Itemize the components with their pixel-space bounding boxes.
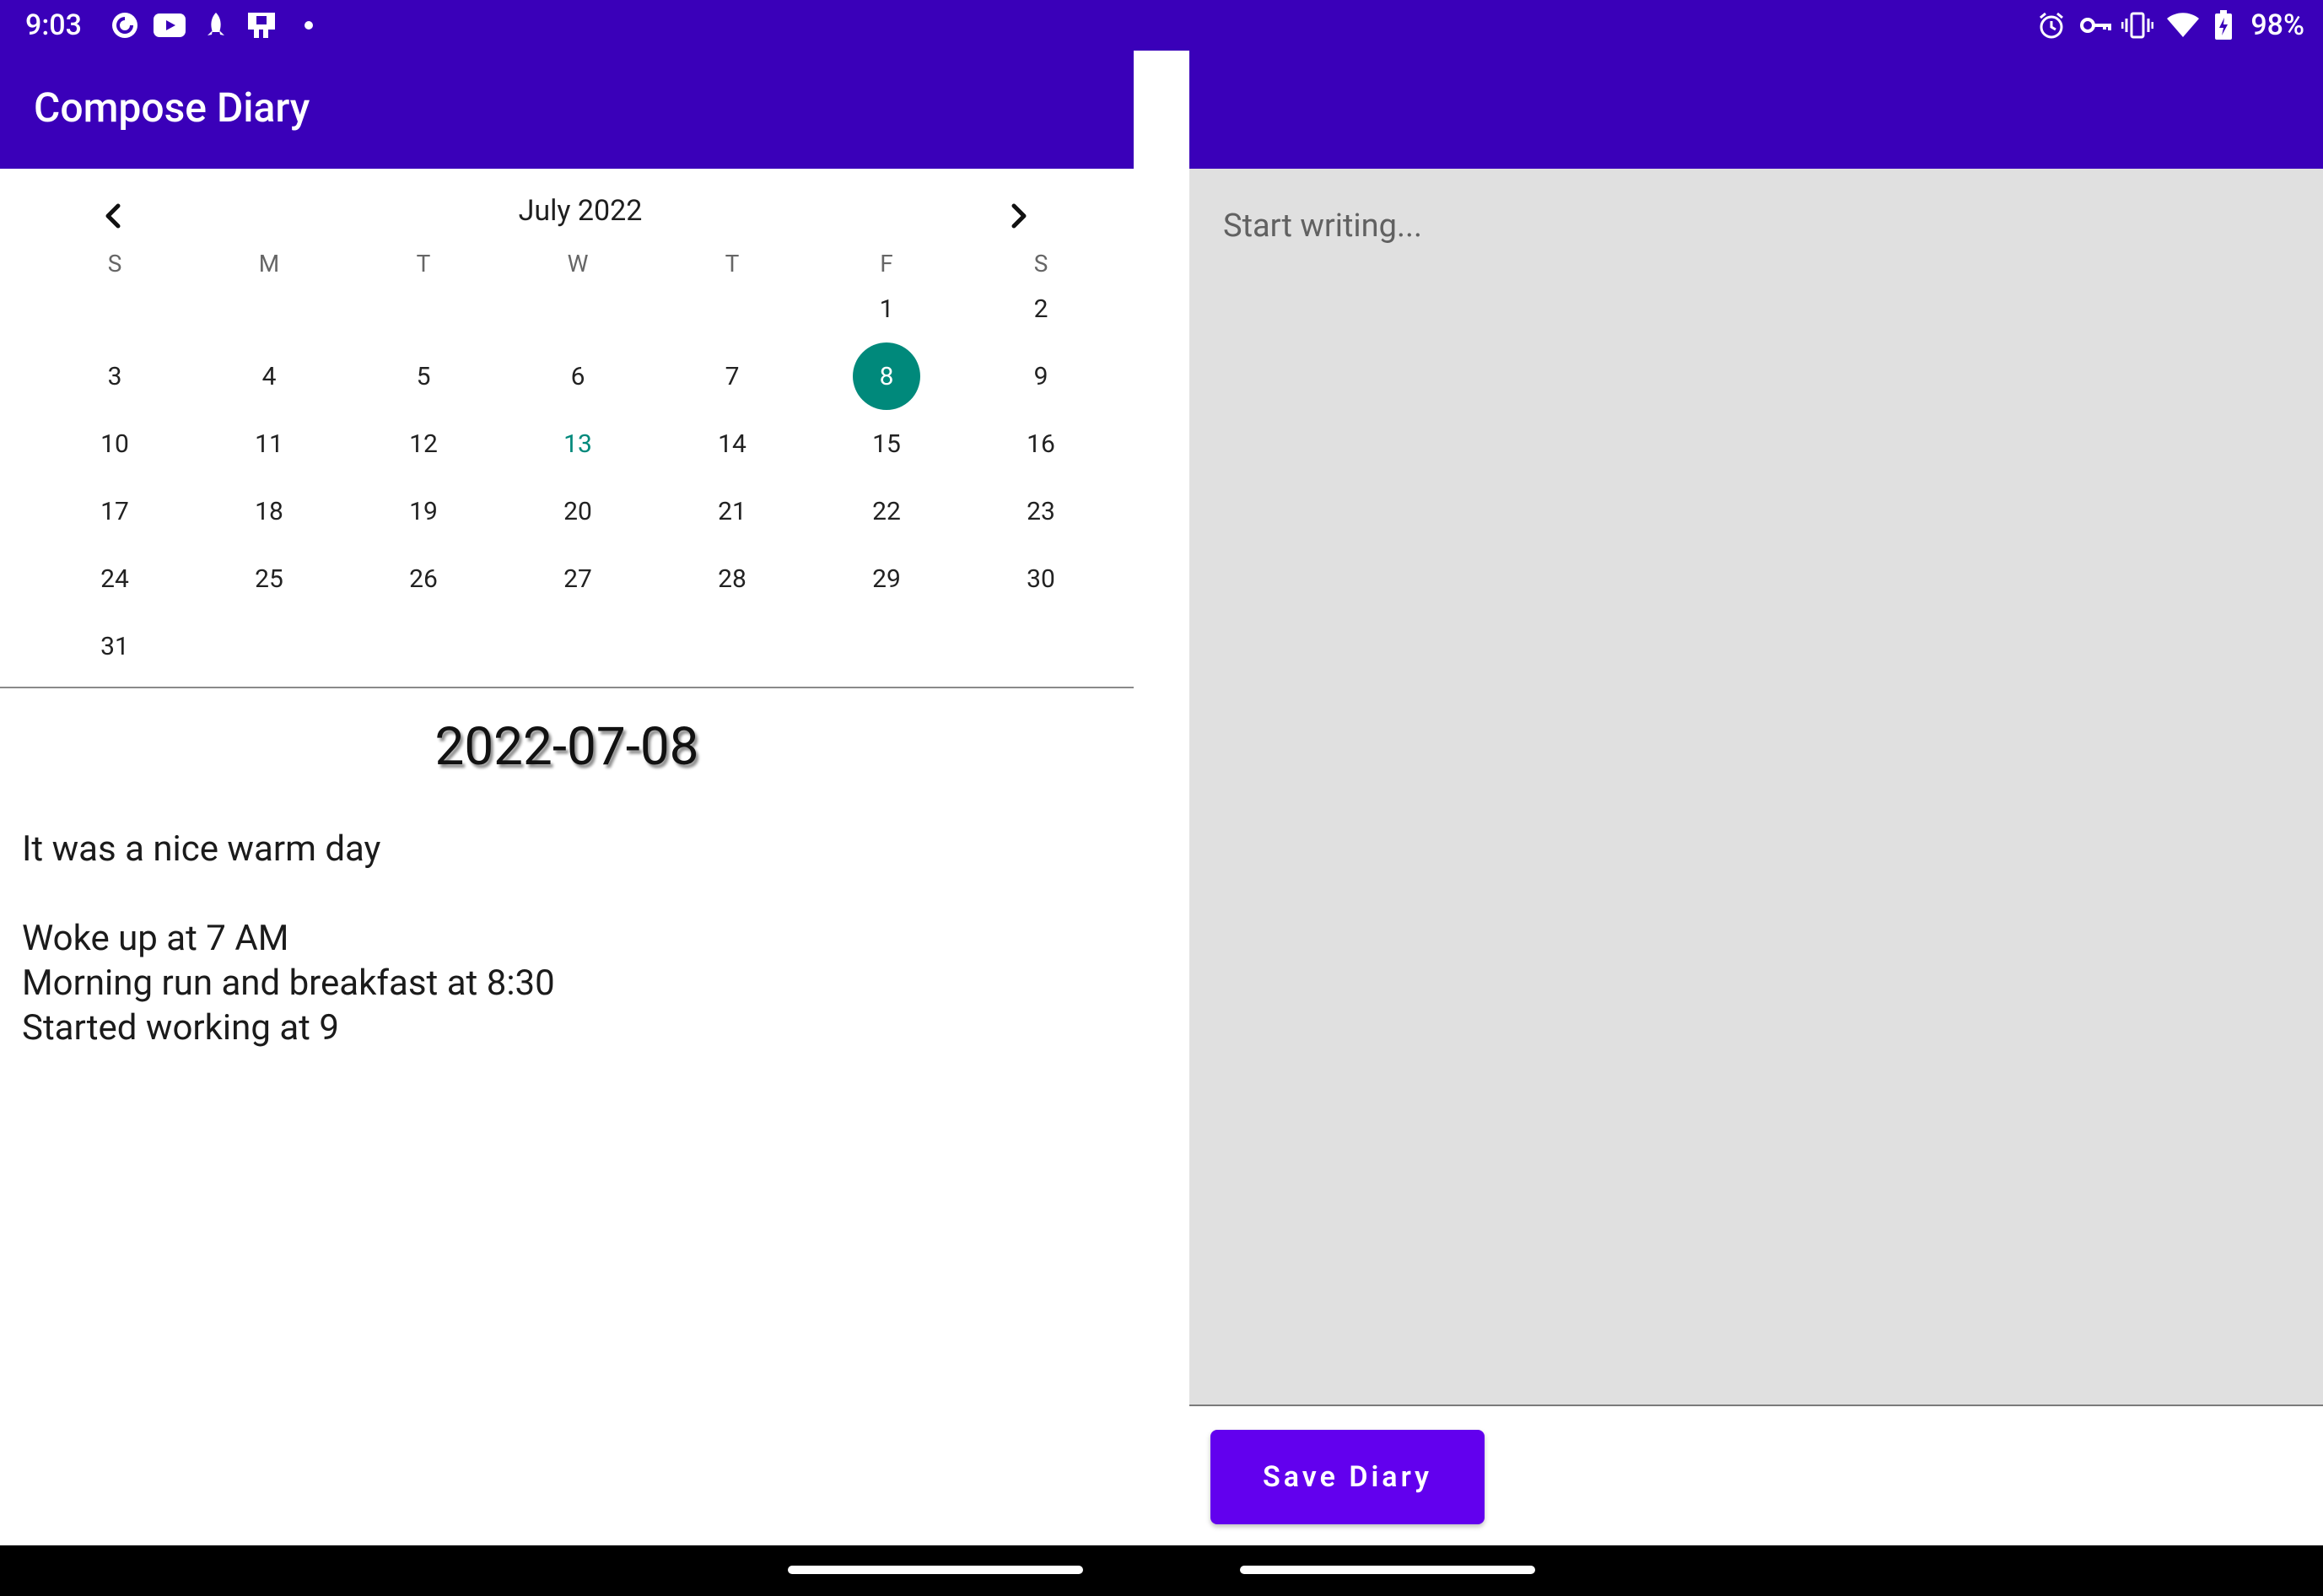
calendar-day[interactable]: 2 [1007, 275, 1075, 342]
save-diary-button[interactable]: Save Diary [1210, 1430, 1485, 1524]
navigation-bar [0, 1545, 2323, 1596]
calendar-day[interactable]: 17 [81, 477, 148, 545]
calendar-day[interactable]: 20 [544, 477, 612, 545]
calendar-day[interactable]: 21 [698, 477, 766, 545]
calendar-day[interactable]: 9 [1007, 342, 1075, 410]
cast-icon [245, 8, 278, 42]
battery-charging-icon [2212, 8, 2235, 42]
gesture-handle-right[interactable] [1240, 1566, 1535, 1574]
calendar-day[interactable]: 6 [544, 342, 612, 410]
calendar-day[interactable]: 30 [1007, 545, 1075, 612]
youtube-icon [152, 8, 187, 42]
calendar-day[interactable]: 28 [698, 545, 766, 612]
weekday-header: M [258, 250, 280, 278]
calendar-day[interactable]: 22 [853, 477, 920, 545]
status-bar: 9:03 98% [0, 0, 2323, 51]
rocket-icon [201, 8, 231, 42]
calendar-day[interactable]: 24 [81, 545, 148, 612]
right-app-bar [1189, 51, 2323, 169]
calendar-day[interactable]: 12 [390, 410, 457, 477]
calendar-day[interactable]: 19 [390, 477, 457, 545]
calendar-day-today[interactable]: 13 [544, 410, 612, 477]
pocket-casts-icon [108, 8, 142, 42]
calendar-day[interactable]: 26 [390, 545, 457, 612]
pane-divider [1134, 51, 1189, 1596]
wifi-icon [2164, 8, 2202, 42]
entry-date: 2022-07-08 [434, 716, 699, 778]
vpn-key-icon [2077, 8, 2114, 42]
calendar-day[interactable]: 31 [81, 612, 148, 680]
weekday-header: W [567, 250, 589, 278]
chevron-right-icon [1011, 203, 1027, 229]
weekday-header: F [880, 250, 893, 278]
calendar-day[interactable]: 11 [235, 410, 303, 477]
calendar-day-selected[interactable]: 8 [853, 342, 920, 410]
calendar-month-label: July 2022 [518, 194, 643, 228]
calendar-day[interactable]: 7 [698, 342, 766, 410]
calendar-day[interactable]: 5 [390, 342, 457, 410]
app-bar: Compose Diary [0, 51, 1134, 169]
calendar-divider [0, 687, 1134, 688]
vibrate-icon [2121, 8, 2154, 42]
calendar-day[interactable]: 3 [81, 342, 148, 410]
entry-text: It was a nice warm day Woke up at 7 AM M… [22, 828, 555, 1049]
app-title: Compose Diary [34, 84, 310, 132]
diary-editor[interactable]: Start writing... [1189, 169, 2323, 1405]
calendar-day[interactable]: 14 [698, 410, 766, 477]
calendar-day[interactable]: 29 [853, 545, 920, 612]
calendar-day[interactable]: 15 [853, 410, 920, 477]
weekday-header: S [1033, 250, 1048, 278]
next-month-button[interactable] [993, 191, 1043, 241]
battery-percentage: 98% [2250, 8, 2304, 42]
weekday-header: T [416, 250, 431, 278]
calendar-day[interactable]: 18 [235, 477, 303, 545]
calendar-day[interactable]: 23 [1007, 477, 1075, 545]
calendar-day[interactable]: 27 [544, 545, 612, 612]
editor-placeholder: Start writing... [1223, 208, 1423, 245]
weekday-header: T [725, 250, 740, 278]
calendar-day[interactable]: 1 [853, 275, 920, 342]
calendar-day[interactable]: 4 [235, 342, 303, 410]
status-time: 9:03 [25, 8, 82, 42]
calendar-day[interactable]: 16 [1007, 410, 1075, 477]
alarm-icon [2035, 8, 2068, 42]
editor-underline [1189, 1405, 2323, 1406]
gesture-handle-left[interactable] [788, 1566, 1083, 1574]
calendar-day[interactable]: 10 [81, 410, 148, 477]
calendar: July 2022 S M T W T F S 1 2 3 4 5 6 7 8 9 10 11 12 1… [0, 169, 1134, 687]
calendar-day[interactable]: 25 [235, 545, 303, 612]
weekday-header: S [107, 250, 122, 278]
dot-icon [300, 8, 317, 42]
